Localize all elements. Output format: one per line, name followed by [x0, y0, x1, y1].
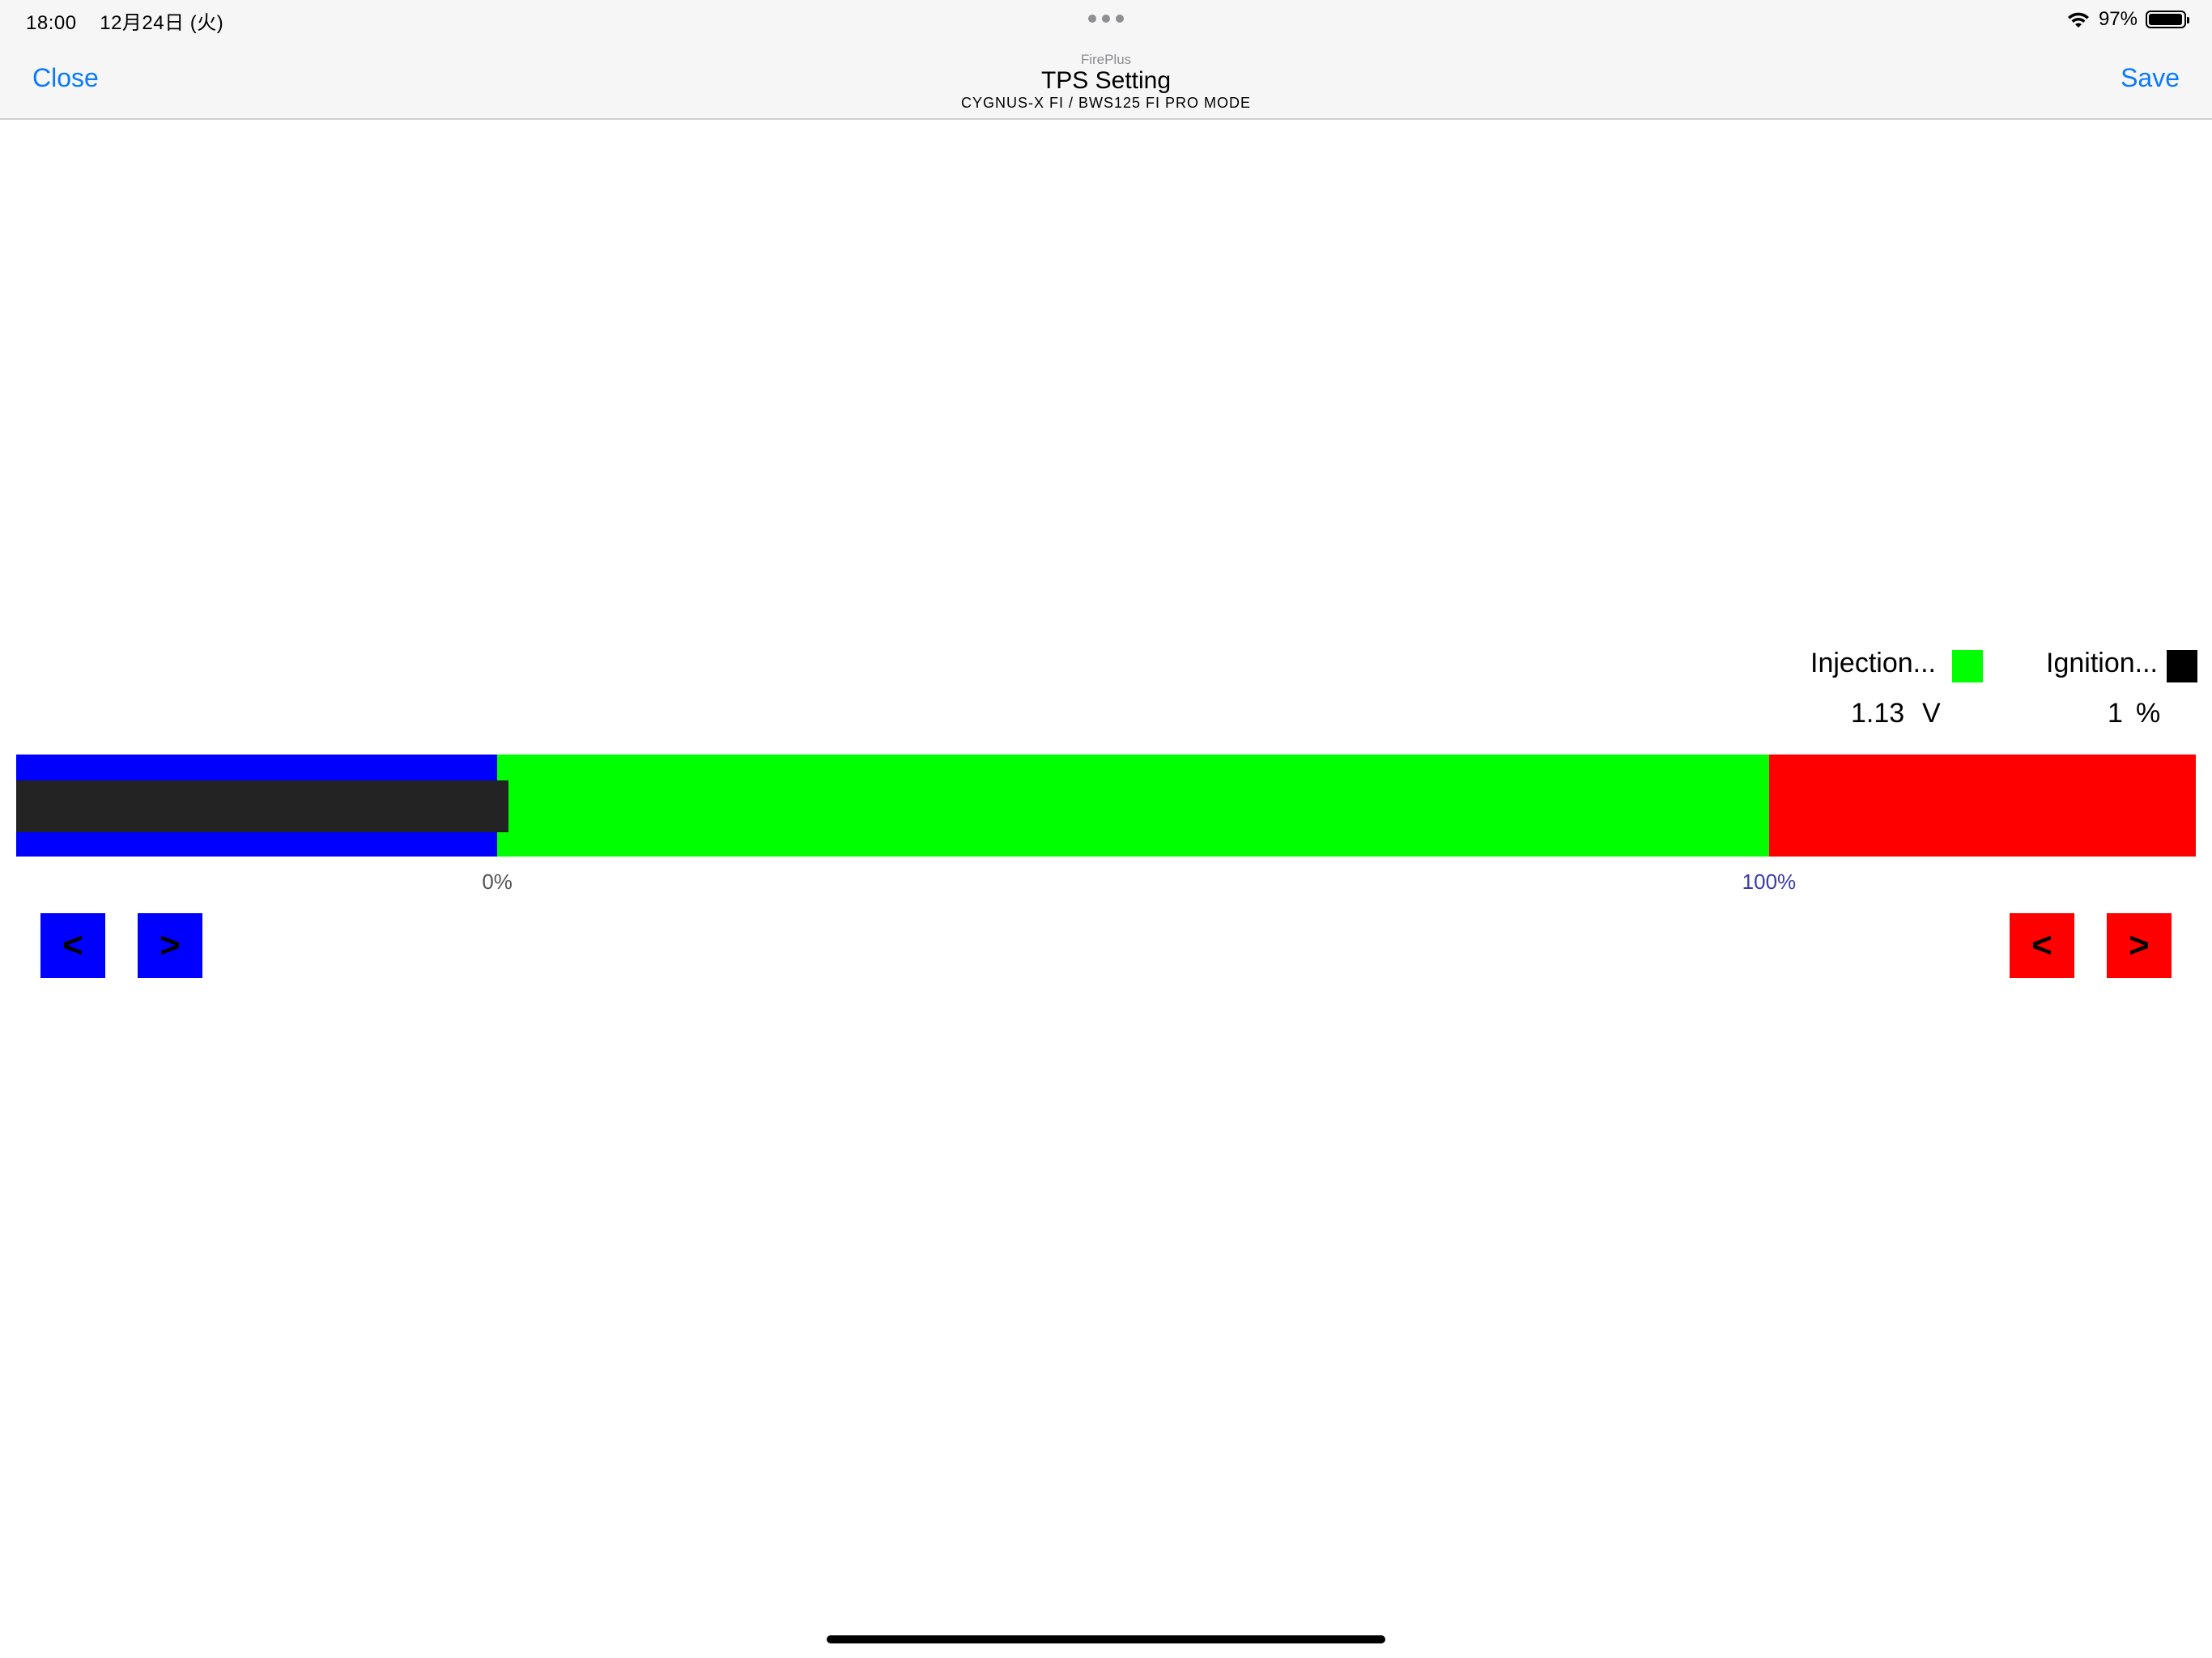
ignition-legend-label: Ignition...: [2046, 648, 2158, 678]
save-button[interactable]: Save: [2121, 63, 2180, 93]
battery-percent: 97%: [2098, 8, 2138, 30]
tps-range-bar[interactable]: [16, 755, 2196, 857]
ignition-legend-swatch: [2167, 650, 2197, 682]
multitasking-dots-icon[interactable]: [1088, 15, 1124, 23]
tick-label-full: 100%: [1742, 869, 1797, 894]
tps-active-zone: [497, 755, 1769, 857]
tps-high-zone: [1768, 755, 2196, 857]
tick-label-zero: 0%: [482, 869, 513, 894]
injection-legend-swatch: [1952, 650, 1983, 682]
battery-level: [2149, 14, 2182, 25]
page-subtitle: CYGNUS-X FI / BWS125 FI PRO MODE: [960, 95, 1252, 111]
navigation-bar: Close FirePlus TPS Setting CYGNUS-X FI /…: [0, 40, 2212, 120]
status-right: 97%: [2066, 6, 2189, 32]
voltage-unit: V: [1922, 698, 1941, 729]
throttle-percent-unit: %: [2136, 698, 2161, 729]
min-increase-button[interactable]: >: [138, 913, 202, 978]
nav-title-group: FirePlus TPS Setting CYGNUS-X FI / BWS12…: [0, 52, 2212, 112]
app-name: FirePlus: [1080, 52, 1132, 67]
min-decrease-button[interactable]: <: [40, 913, 105, 978]
tps-current-indicator: [16, 780, 508, 832]
wifi-icon: [2067, 12, 2089, 28]
page-title: TPS Setting: [1040, 67, 1172, 94]
injection-legend-label: Injection...: [1810, 648, 1936, 678]
status-clock: 18:00: [26, 12, 77, 34]
status-bar: 18:00 12月24日 (火) 97%: [0, 0, 2212, 40]
battery-icon: [2146, 11, 2189, 28]
status-date: 12月24日 (火): [100, 12, 224, 34]
status-time: 18:00 12月24日 (火): [26, 6, 223, 35]
max-decrease-button[interactable]: <: [2010, 913, 2074, 978]
max-increase-button[interactable]: >: [2107, 913, 2172, 978]
throttle-percent-value: 1: [2108, 698, 2123, 729]
voltage-value: 1.13: [1851, 698, 1905, 729]
home-indicator[interactable]: [827, 1635, 1385, 1643]
